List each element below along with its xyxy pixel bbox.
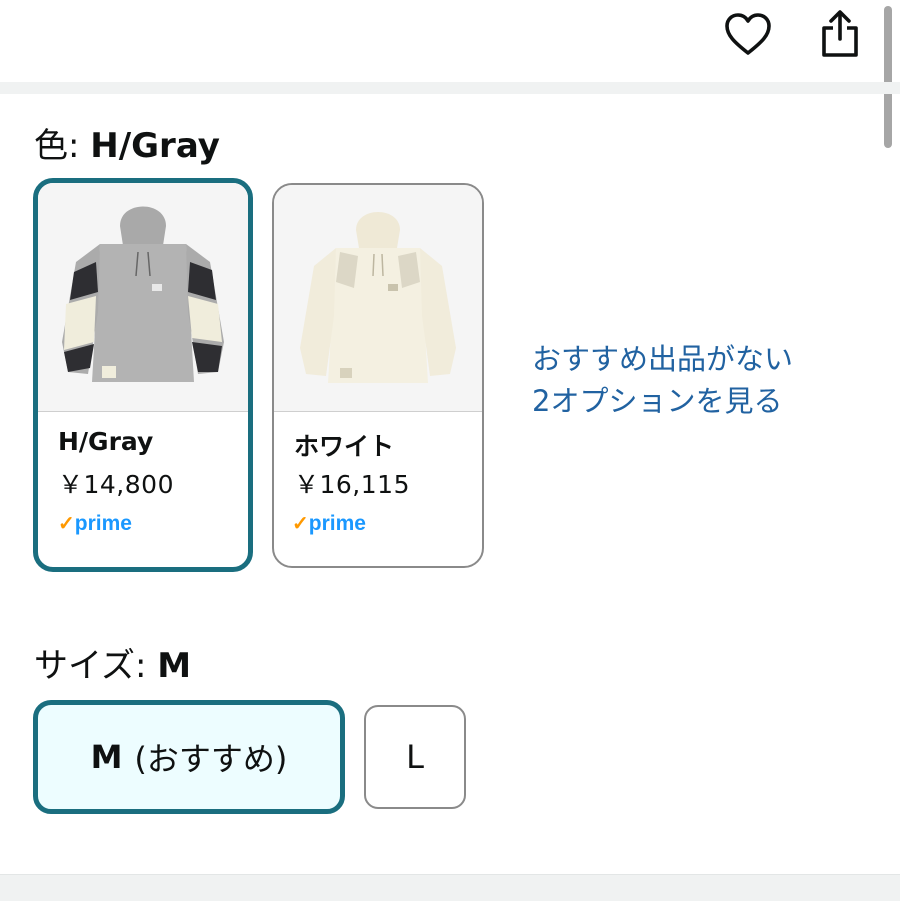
white-hoodie-image: [274, 185, 482, 412]
color-label: 色: H/Gray: [34, 126, 220, 166]
prime-badge: ✓prime: [58, 512, 132, 535]
bottom-divider: [0, 874, 900, 901]
share-icon[interactable]: [814, 6, 866, 62]
size-option-l[interactable]: L: [364, 705, 466, 809]
color-option-white[interactable]: ホワイト ￥16,115 ✓prime: [272, 183, 484, 568]
more-options-link[interactable]: おすすめ出品がない 2オプションを見る: [532, 338, 793, 422]
size-label: サイズ: M: [34, 646, 192, 686]
heart-icon[interactable]: [722, 8, 774, 60]
prime-check-icon: ✓: [58, 513, 75, 535]
prime-check-icon: ✓: [292, 513, 309, 535]
color-option-price: ￥14,800: [58, 470, 174, 499]
selected-color-value: H/Gray: [90, 126, 220, 166]
color-option-price: ￥16,115: [294, 470, 410, 499]
size-option-m[interactable]: M (おすすめ): [33, 700, 345, 814]
prime-badge: ✓prime: [292, 512, 366, 535]
recommended-note: (おすすめ): [134, 740, 288, 778]
gray-hoodie-image: [38, 183, 248, 412]
selected-size-value: M: [157, 646, 192, 686]
color-option-name: H/Gray: [58, 427, 154, 456]
section-divider: [0, 82, 900, 94]
top-bar: [0, 0, 900, 82]
color-option-name: ホワイト: [294, 432, 395, 461]
color-option-h-gray[interactable]: H/Gray ￥14,800 ✓prime: [33, 178, 253, 572]
scrollbar[interactable]: [884, 6, 892, 148]
